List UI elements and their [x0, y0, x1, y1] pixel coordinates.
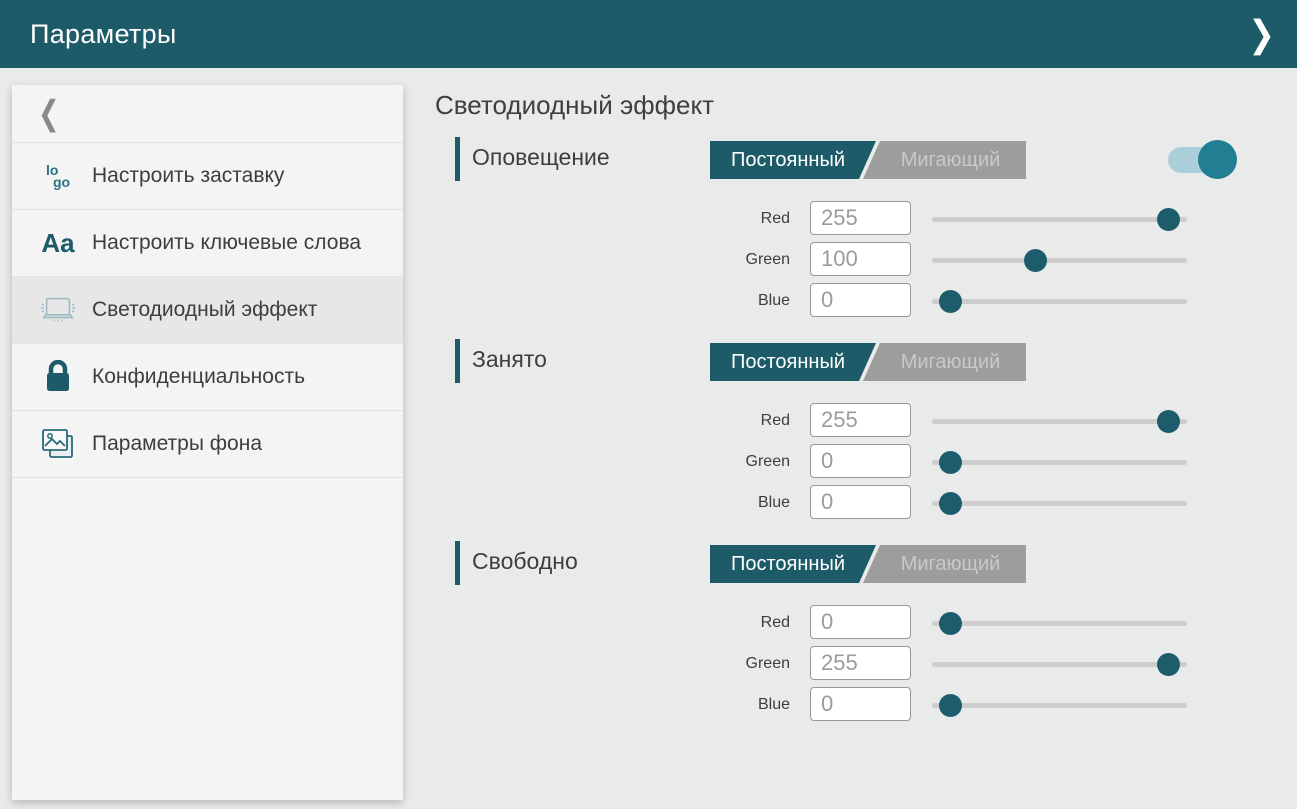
sidebar-item-label: Параметры фона [92, 431, 262, 457]
channel-slider-thumb[interactable] [939, 492, 962, 515]
channel-row: Green [435, 441, 1277, 482]
sidebar-item-label: Конфиденциальность [92, 364, 305, 390]
led-section: Занято Постоянный Мигающий Red Green Blu… [435, 339, 1277, 523]
channel-value-input[interactable] [810, 201, 911, 235]
switch-thumb[interactable] [1198, 140, 1237, 179]
mode-toggle: Постоянный Мигающий [710, 343, 1026, 381]
sidebar: ❮ logo Настроить заставку Aa Настроить к… [12, 85, 403, 800]
channel-label: Red [435, 412, 790, 430]
channel-value-input[interactable] [810, 485, 911, 519]
sidebar-item-logo[interactable]: logo Настроить заставку [12, 143, 403, 210]
sidebar-item-label: Светодиодный эффект [92, 297, 317, 323]
channel-slider[interactable] [932, 258, 1187, 263]
channel-label: Blue [435, 292, 790, 310]
main-title: Светодиодный эффект [435, 90, 1277, 121]
channel-slider[interactable] [932, 501, 1187, 506]
channel-label: Green [435, 655, 790, 673]
channel-row: Green [435, 643, 1277, 684]
back-chevron-icon: ❮ [38, 93, 60, 133]
channel-slider[interactable] [932, 460, 1187, 465]
channel-label: Green [435, 251, 790, 269]
channel-slider-thumb[interactable] [939, 612, 962, 635]
mode-blinking-button[interactable]: Мигающий [863, 141, 1026, 179]
section-accent-bar [455, 541, 460, 585]
channel-slider-thumb[interactable] [1157, 208, 1180, 231]
background-images-icon [40, 427, 76, 461]
channel-value-input[interactable] [810, 403, 911, 437]
mode-blinking-button[interactable]: Мигающий [863, 545, 1026, 583]
sidebar-item-led-screen[interactable]: Светодиодный эффект [12, 277, 403, 344]
channel-row: Green [435, 239, 1277, 280]
section-name: Оповещение [472, 144, 610, 171]
app-header: Параметры ❯ [0, 0, 1297, 68]
channel-slider[interactable] [932, 621, 1187, 626]
mode-blinking-button[interactable]: Мигающий [863, 343, 1026, 381]
mode-solid-button[interactable]: Постоянный [710, 343, 876, 381]
mode-solid-button[interactable]: Постоянный [710, 141, 876, 179]
sidebar-item-keywords-aa[interactable]: Aa Настроить ключевые слова [12, 210, 403, 277]
section-name: Занято [472, 346, 547, 373]
channel-slider-thumb[interactable] [1157, 653, 1180, 676]
section-name: Свободно [472, 548, 578, 575]
logo-icon: logo [46, 164, 70, 188]
channel-row: Red [435, 602, 1277, 643]
main-panel: Светодиодный эффект Оповещение Постоянны… [435, 90, 1277, 743]
channel-slider[interactable] [932, 419, 1187, 424]
section-accent-bar [455, 339, 460, 383]
channel-label: Red [435, 210, 790, 228]
channel-label: Red [435, 614, 790, 632]
page-title: Параметры [30, 19, 177, 50]
sidebar-item-label: Настроить заставку [92, 163, 284, 189]
channel-slider-thumb[interactable] [939, 290, 962, 313]
channel-row: Blue [435, 280, 1277, 321]
channel-row: Blue [435, 482, 1277, 523]
channel-label: Blue [435, 494, 790, 512]
channel-row: Red [435, 198, 1277, 239]
led-section: Свободно Постоянный Мигающий Red Green B… [435, 541, 1277, 725]
channel-slider[interactable] [932, 299, 1187, 304]
mode-solid-button[interactable]: Постоянный [710, 545, 876, 583]
channel-value-input[interactable] [810, 605, 911, 639]
channel-label: Blue [435, 696, 790, 714]
channel-row: Red [435, 400, 1277, 441]
channel-slider-thumb[interactable] [1157, 410, 1180, 433]
channel-row: Blue [435, 684, 1277, 725]
expand-chevron-icon[interactable]: ❯ [1248, 11, 1275, 57]
keywords-aa-icon: Aa [41, 228, 74, 259]
channel-value-input[interactable] [810, 687, 911, 721]
sidebar-item-label: Настроить ключевые слова [92, 230, 361, 256]
channel-slider-thumb[interactable] [1024, 249, 1047, 272]
mode-toggle: Постоянный Мигающий [710, 545, 1026, 583]
led-section: Оповещение Постоянный Мигающий Red Green… [435, 137, 1277, 321]
channel-slider[interactable] [932, 662, 1187, 667]
channel-value-input[interactable] [810, 283, 911, 317]
sidebar-item-background-images[interactable]: Параметры фона [12, 411, 403, 478]
channel-slider-thumb[interactable] [939, 451, 962, 474]
lock-icon [43, 360, 73, 394]
channel-slider-thumb[interactable] [939, 694, 962, 717]
channel-label: Green [435, 453, 790, 471]
led-screen-icon [38, 294, 78, 326]
sidebar-item-lock[interactable]: Конфиденциальность [12, 344, 403, 411]
channel-slider[interactable] [932, 217, 1187, 222]
channel-value-input[interactable] [810, 646, 911, 680]
channel-slider[interactable] [932, 703, 1187, 708]
back-button[interactable]: ❮ [12, 85, 403, 143]
channel-value-input[interactable] [810, 242, 911, 276]
section-accent-bar [455, 137, 460, 181]
channel-value-input[interactable] [810, 444, 911, 478]
section-enable-switch[interactable] [1168, 147, 1214, 173]
mode-toggle: Постоянный Мигающий [710, 141, 1026, 179]
